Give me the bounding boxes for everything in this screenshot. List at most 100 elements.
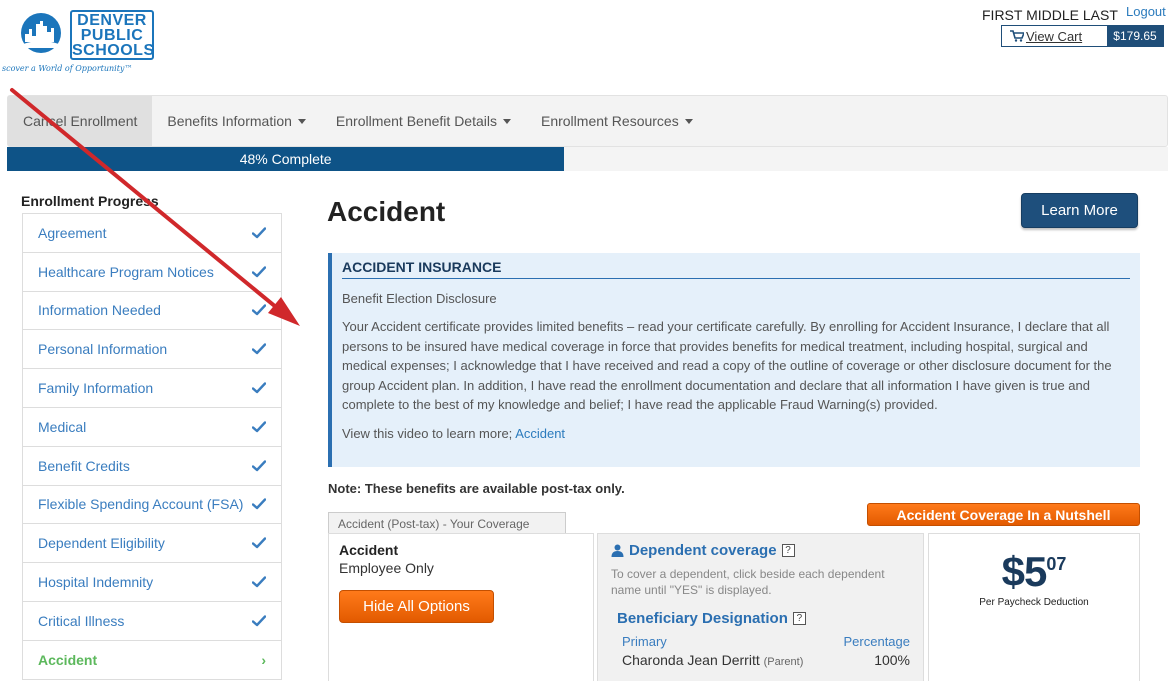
progress-fill: 48% Complete [7, 147, 565, 171]
sidebar-item-label: Flexible Spending Account (FSA) [38, 496, 244, 513]
beneficiary-heading: Beneficiary Designation ? [617, 610, 910, 627]
sidebar-item[interactable]: Family Information [23, 369, 281, 408]
accident-video-link[interactable]: Accident [515, 426, 565, 441]
logo-wordmark: DENVER PUBLIC SCHOOLS [70, 10, 154, 60]
caret-down-icon [684, 118, 693, 124]
check-icon [252, 265, 266, 277]
per-paycheck-price: $507 [929, 548, 1139, 596]
sidebar-item-label: Family Information [38, 380, 154, 397]
city-skyline-logo-icon [21, 13, 61, 53]
sidebar-item[interactable]: Accident › [23, 640, 281, 680]
beneficiary-name-cell: Charonda Jean Derritt (Parent) [622, 652, 803, 668]
disclosure-subheading: Benefit Election Disclosure [342, 291, 497, 306]
caret-down-icon [297, 118, 306, 124]
check-icon [252, 227, 266, 239]
beneficiary-type-header: Primary [622, 634, 667, 649]
logo-line: DENVER [77, 12, 147, 29]
hide-all-options-button[interactable]: Hide All Options [339, 590, 494, 623]
dependent-beneficiary-panel: Dependent coverage ? To cover a dependen… [597, 533, 924, 681]
sidebar-item-label: Agreement [38, 224, 107, 241]
sidebar-title: Enrollment Progress [21, 193, 159, 209]
beneficiary-label: Beneficiary Designation [617, 610, 788, 627]
sidebar-item[interactable]: Personal Information [23, 330, 281, 370]
cart-total: $179.65 [1107, 26, 1163, 46]
beneficiary-column-headers: Primary Percentage [622, 634, 910, 649]
page-title: Accident [327, 196, 446, 227]
sidebar-item[interactable]: Critical Illness [23, 601, 281, 641]
sidebar-item[interactable]: Medical [23, 407, 281, 447]
check-icon [252, 498, 266, 510]
logout-link[interactable]: Logout [1126, 4, 1166, 19]
sidebar-item-label: Benefit Credits [38, 457, 130, 474]
coverage-summary: Accident Employee Only Hide All Options [328, 533, 594, 681]
check-icon [252, 537, 266, 549]
enrollment-progress-bar: 48% Complete [7, 147, 1168, 171]
nav-cancel-enrollment[interactable]: Cancel Enrollment [8, 96, 153, 146]
disclosure-body: Your Accident certificate provides limit… [342, 319, 1112, 412]
sidebar-item[interactable]: Benefit Credits [23, 446, 281, 486]
video-prefix: View this video to learn more; [342, 425, 516, 441]
check-icon [252, 343, 266, 355]
nav-label: Cancel Enrollment [23, 113, 138, 129]
nav-label: Benefits Information [167, 113, 292, 129]
user-name: FIRST MIDDLE LAST [982, 7, 1118, 23]
disclosure-heading: ACCIDENT INSURANCE [342, 259, 1130, 279]
sidebar-item-label: Critical Illness [38, 612, 125, 629]
view-cart-label: View Cart [1026, 28, 1083, 44]
disclosure-video-line: View this video to learn more; Accident [342, 426, 1130, 441]
learn-more-button[interactable]: Learn More [1021, 193, 1138, 228]
beneficiary-row[interactable]: Charonda Jean Derritt (Parent) 100% [622, 652, 910, 668]
top-navbar: Cancel Enrollment Benefits Information E… [7, 95, 1168, 147]
coverage-tier: Employee Only [339, 560, 434, 576]
check-icon [252, 615, 266, 627]
nav-enrollment-benefit-details[interactable]: Enrollment Benefit Details [321, 96, 526, 146]
beneficiary-name: Charonda Jean Derritt [622, 652, 760, 668]
sidebar-item-label: Information Needed [38, 302, 161, 319]
chevron-right-icon: › [261, 651, 266, 668]
cart-widget[interactable]: View Cart $179.65 [1001, 25, 1164, 47]
cart-icon [1010, 30, 1024, 42]
price-cents: 07 [1046, 554, 1067, 574]
sidebar-item[interactable]: Information Needed [23, 291, 281, 331]
dependent-coverage-label: Dependent coverage [629, 542, 777, 559]
logo-line: SCHOOLS [72, 42, 155, 59]
sidebar-item[interactable]: Dependent Eligibility [23, 524, 281, 564]
beneficiary-relation: (Parent) [763, 656, 804, 668]
check-icon [252, 382, 266, 394]
check-icon [252, 459, 266, 471]
disclosure-panel: ACCIDENT INSURANCE Benefit Election Disc… [328, 253, 1140, 467]
sidebar-item[interactable]: Agreement [23, 214, 281, 253]
price-panel: $507 Per Paycheck Deduction [928, 533, 1140, 681]
help-icon[interactable]: ? [781, 544, 795, 557]
beneficiary-percent-header: Percentage [843, 634, 911, 649]
beneficiary-percent: 100% [874, 652, 910, 668]
sidebar-item[interactable]: Hospital Indemnity [23, 563, 281, 602]
sidebar-item[interactable]: Flexible Spending Account (FSA) [23, 485, 281, 525]
denver-public-schools-logo[interactable]: DENVER PUBLIC SCHOOLS scover a World of … [2, 6, 162, 76]
enrollment-progress-list: Agreement Healthcare Program Notices Infor… [22, 213, 282, 680]
view-cart-button[interactable]: View Cart [1002, 26, 1107, 46]
check-icon [252, 304, 266, 316]
check-icon [252, 576, 266, 588]
sidebar-item-label: Hospital Indemnity [38, 574, 154, 591]
coverage-nutshell-button[interactable]: Accident Coverage In a Nutshell [867, 503, 1140, 526]
dependent-coverage-heading: Dependent coverage ? [611, 542, 910, 559]
user-icon [611, 544, 624, 557]
price-dollars: $5 [1001, 548, 1048, 595]
sidebar-item-label: Personal Information [38, 341, 168, 358]
help-icon[interactable]: ? [792, 612, 806, 625]
price-label: Per Paycheck Deduction [979, 597, 1089, 608]
sidebar-item[interactable]: Healthcare Program Notices [23, 252, 281, 292]
logo-tagline: scover a World of Opportunity™ [2, 64, 133, 73]
sidebar-item-label: Medical [38, 418, 87, 435]
sidebar-item-label: Dependent Eligibility [38, 535, 165, 552]
nav-enrollment-resources[interactable]: Enrollment Resources [526, 96, 708, 146]
nav-benefits-information[interactable]: Benefits Information [152, 96, 321, 146]
post-tax-note: Note: These benefits are available post-… [328, 481, 625, 496]
dependent-instructions: To cover a dependent, click beside each … [611, 567, 885, 597]
logo-line: PUBLIC [80, 27, 144, 44]
coverage-tab[interactable]: Accident (Post-tax) - Your Coverage [328, 512, 566, 534]
check-icon [252, 421, 266, 433]
sidebar-item-label: Accident [38, 651, 98, 668]
caret-down-icon [502, 118, 511, 124]
